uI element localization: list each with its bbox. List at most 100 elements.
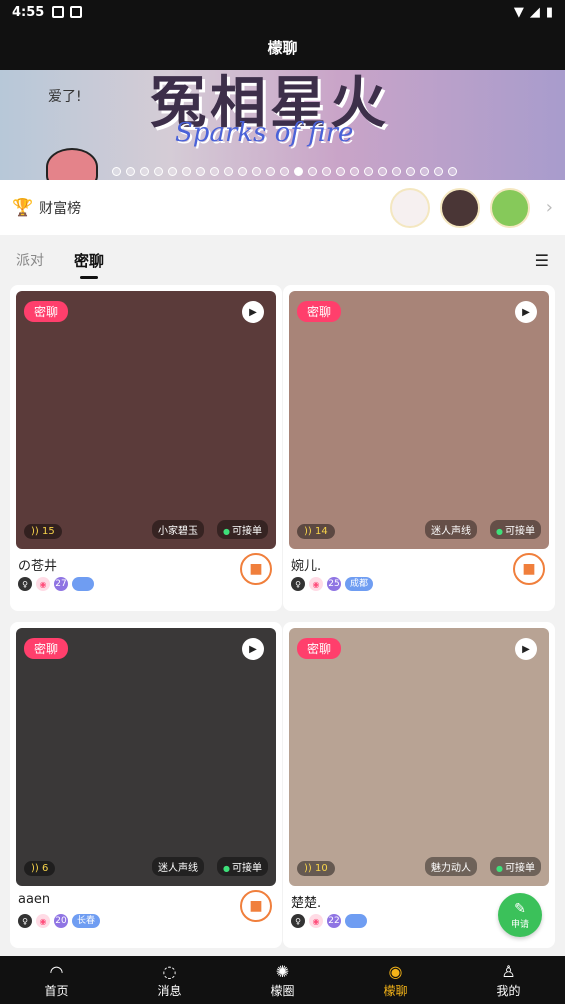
pagination-dot[interactable] xyxy=(154,167,163,176)
age-badge: 27 xyxy=(54,577,68,591)
availability-badge: 可接单 xyxy=(217,857,268,876)
nav-messages[interactable]: ◌ 消息 xyxy=(113,956,226,1004)
play-icon[interactable]: ▶ xyxy=(242,301,264,323)
user-card[interactable]: 密聊 ▶ )) 14 迷人声线 可接单 婉儿. ♀ ◉ 25 成都 ■ xyxy=(283,285,555,611)
user-photo[interactable]: 密聊 ▶ )) 10 魅力动人 可接单 xyxy=(289,628,549,886)
heat-badge: )) 6 xyxy=(24,861,56,876)
heat-count: 10 xyxy=(314,863,328,874)
banner-pagination xyxy=(112,167,457,176)
pagination-dot[interactable] xyxy=(112,167,121,176)
availability-badge: 可接单 xyxy=(490,857,541,876)
shield-icon xyxy=(70,6,83,18)
user-card[interactable]: 密聊 ▶ )) 6 迷人声线 可接单 aaen ♀ ◉ 20 长春 ■ xyxy=(10,622,282,948)
user-name: の苍井 xyxy=(18,559,58,574)
status-time: 4:55 xyxy=(12,4,45,20)
pagination-dot[interactable] xyxy=(224,167,233,176)
apply-label: 申请 xyxy=(510,919,529,930)
tab-party[interactable]: 派对 xyxy=(16,250,44,270)
private-chat-badge: 密聊 xyxy=(24,301,69,322)
heat-count: 14 xyxy=(314,526,328,537)
signal-icon: ◢ xyxy=(529,4,540,20)
pagination-dot[interactable] xyxy=(378,167,387,176)
user-photo[interactable]: 密聊 ▶ )) 15 小家碧玉 可接单 xyxy=(16,291,276,549)
city-badge: 成都 xyxy=(345,577,374,591)
private-chat-badge: 密聊 xyxy=(24,638,69,659)
play-icon[interactable]: ▶ xyxy=(242,638,264,660)
pagination-dot[interactable] xyxy=(336,167,345,176)
pagination-dot[interactable] xyxy=(140,167,149,176)
tab-private-chat[interactable]: 密聊 xyxy=(74,250,104,279)
gender-icon: ♀ xyxy=(291,914,305,928)
video-call-button[interactable]: ■ xyxy=(240,890,272,922)
avatar[interactable] xyxy=(489,187,530,228)
play-icon[interactable]: ▶ xyxy=(515,638,537,660)
nav-home[interactable]: ◠ 首页 xyxy=(0,956,113,1004)
heat-badge: )) 15 xyxy=(24,524,62,539)
wealth-ranking-row[interactable]: 🏆 财富榜 › xyxy=(0,180,565,235)
gender-icon: ♀ xyxy=(18,914,32,928)
message-icon: ◌ xyxy=(162,961,177,981)
user-name: aaen xyxy=(18,892,51,907)
chevron-right-icon[interactable]: › xyxy=(546,197,553,218)
category-tabs: 派对 密聊 ☰ xyxy=(0,235,565,285)
nav-profile[interactable]: ♙ 我的 xyxy=(452,956,565,1004)
heart-icon xyxy=(46,148,98,180)
trait-tag: 小家碧玉 xyxy=(152,520,204,539)
gender-icon: ♀ xyxy=(18,577,32,591)
pagination-dot[interactable] xyxy=(420,167,429,176)
profile-icon: ♙ xyxy=(501,961,516,981)
pagination-dot[interactable] xyxy=(210,167,219,176)
pagination-dot[interactable] xyxy=(266,167,275,176)
age-badge: 25 xyxy=(327,577,341,591)
pagination-dot[interactable] xyxy=(182,167,191,176)
city-badge xyxy=(345,914,367,928)
pagination-dot[interactable] xyxy=(322,167,331,176)
nav-label: 我的 xyxy=(496,983,521,998)
nav-chat[interactable]: ◉ 檬聊 xyxy=(339,956,452,1004)
user-photo[interactable]: 密聊 ▶ )) 6 迷人声线 可接单 xyxy=(16,628,276,886)
user-photo[interactable]: 密聊 ▶ )) 14 迷人声线 可接单 xyxy=(289,291,549,549)
gender-icon: ♀ xyxy=(291,577,305,591)
video-call-button[interactable]: ■ xyxy=(240,553,272,585)
location-icon: ◉ xyxy=(309,577,323,591)
apply-button[interactable]: ✎ 申请 xyxy=(498,893,542,937)
heat-badge: )) 14 xyxy=(297,524,335,539)
video-call-button[interactable]: ■ xyxy=(513,553,545,585)
app-bar: 檬聊 xyxy=(0,24,565,70)
notification-icon xyxy=(52,6,65,18)
pagination-dot[interactable] xyxy=(294,167,303,176)
pagination-dot[interactable] xyxy=(196,167,205,176)
pagination-dot[interactable] xyxy=(434,167,443,176)
pagination-dot[interactable] xyxy=(168,167,177,176)
age-badge: 22 xyxy=(327,914,341,928)
city-badge xyxy=(72,577,94,591)
pagination-dot[interactable] xyxy=(406,167,415,176)
pagination-dot[interactable] xyxy=(126,167,135,176)
pagination-dot[interactable] xyxy=(392,167,401,176)
wealth-ranking-label: 财富榜 xyxy=(39,200,82,217)
age-badge: 20 xyxy=(54,914,68,928)
trophy-icon: 🏆 xyxy=(12,197,34,218)
pagination-dot[interactable] xyxy=(364,167,373,176)
heat-count: 6 xyxy=(41,863,49,874)
avatar[interactable] xyxy=(439,187,480,228)
location-icon: ◉ xyxy=(36,914,50,928)
nav-circle[interactable]: ✺ 檬圈 xyxy=(226,956,339,1004)
play-icon[interactable]: ▶ xyxy=(515,301,537,323)
pagination-dot[interactable] xyxy=(238,167,247,176)
private-chat-badge: 密聊 xyxy=(297,638,342,659)
chat-icon: ◉ xyxy=(388,961,403,981)
pagination-dot[interactable] xyxy=(252,167,261,176)
trait-tag: 迷人声线 xyxy=(152,857,204,876)
wifi-icon: ▼ xyxy=(513,4,524,20)
promo-banner[interactable]: 爱了! 冤相星火 Sparks of fire xyxy=(0,70,565,180)
pagination-dot[interactable] xyxy=(448,167,457,176)
filter-icon[interactable]: ☰ xyxy=(535,251,549,270)
user-card[interactable]: 密聊 ▶ )) 15 小家碧玉 可接单 の苍井 ♀ ◉ 27 ■ xyxy=(10,285,282,611)
pagination-dot[interactable] xyxy=(308,167,317,176)
pagination-dot[interactable] xyxy=(350,167,359,176)
city-badge: 长春 xyxy=(72,914,101,928)
nav-label: 檬圈 xyxy=(270,983,295,998)
avatar[interactable] xyxy=(389,187,430,228)
pagination-dot[interactable] xyxy=(280,167,289,176)
